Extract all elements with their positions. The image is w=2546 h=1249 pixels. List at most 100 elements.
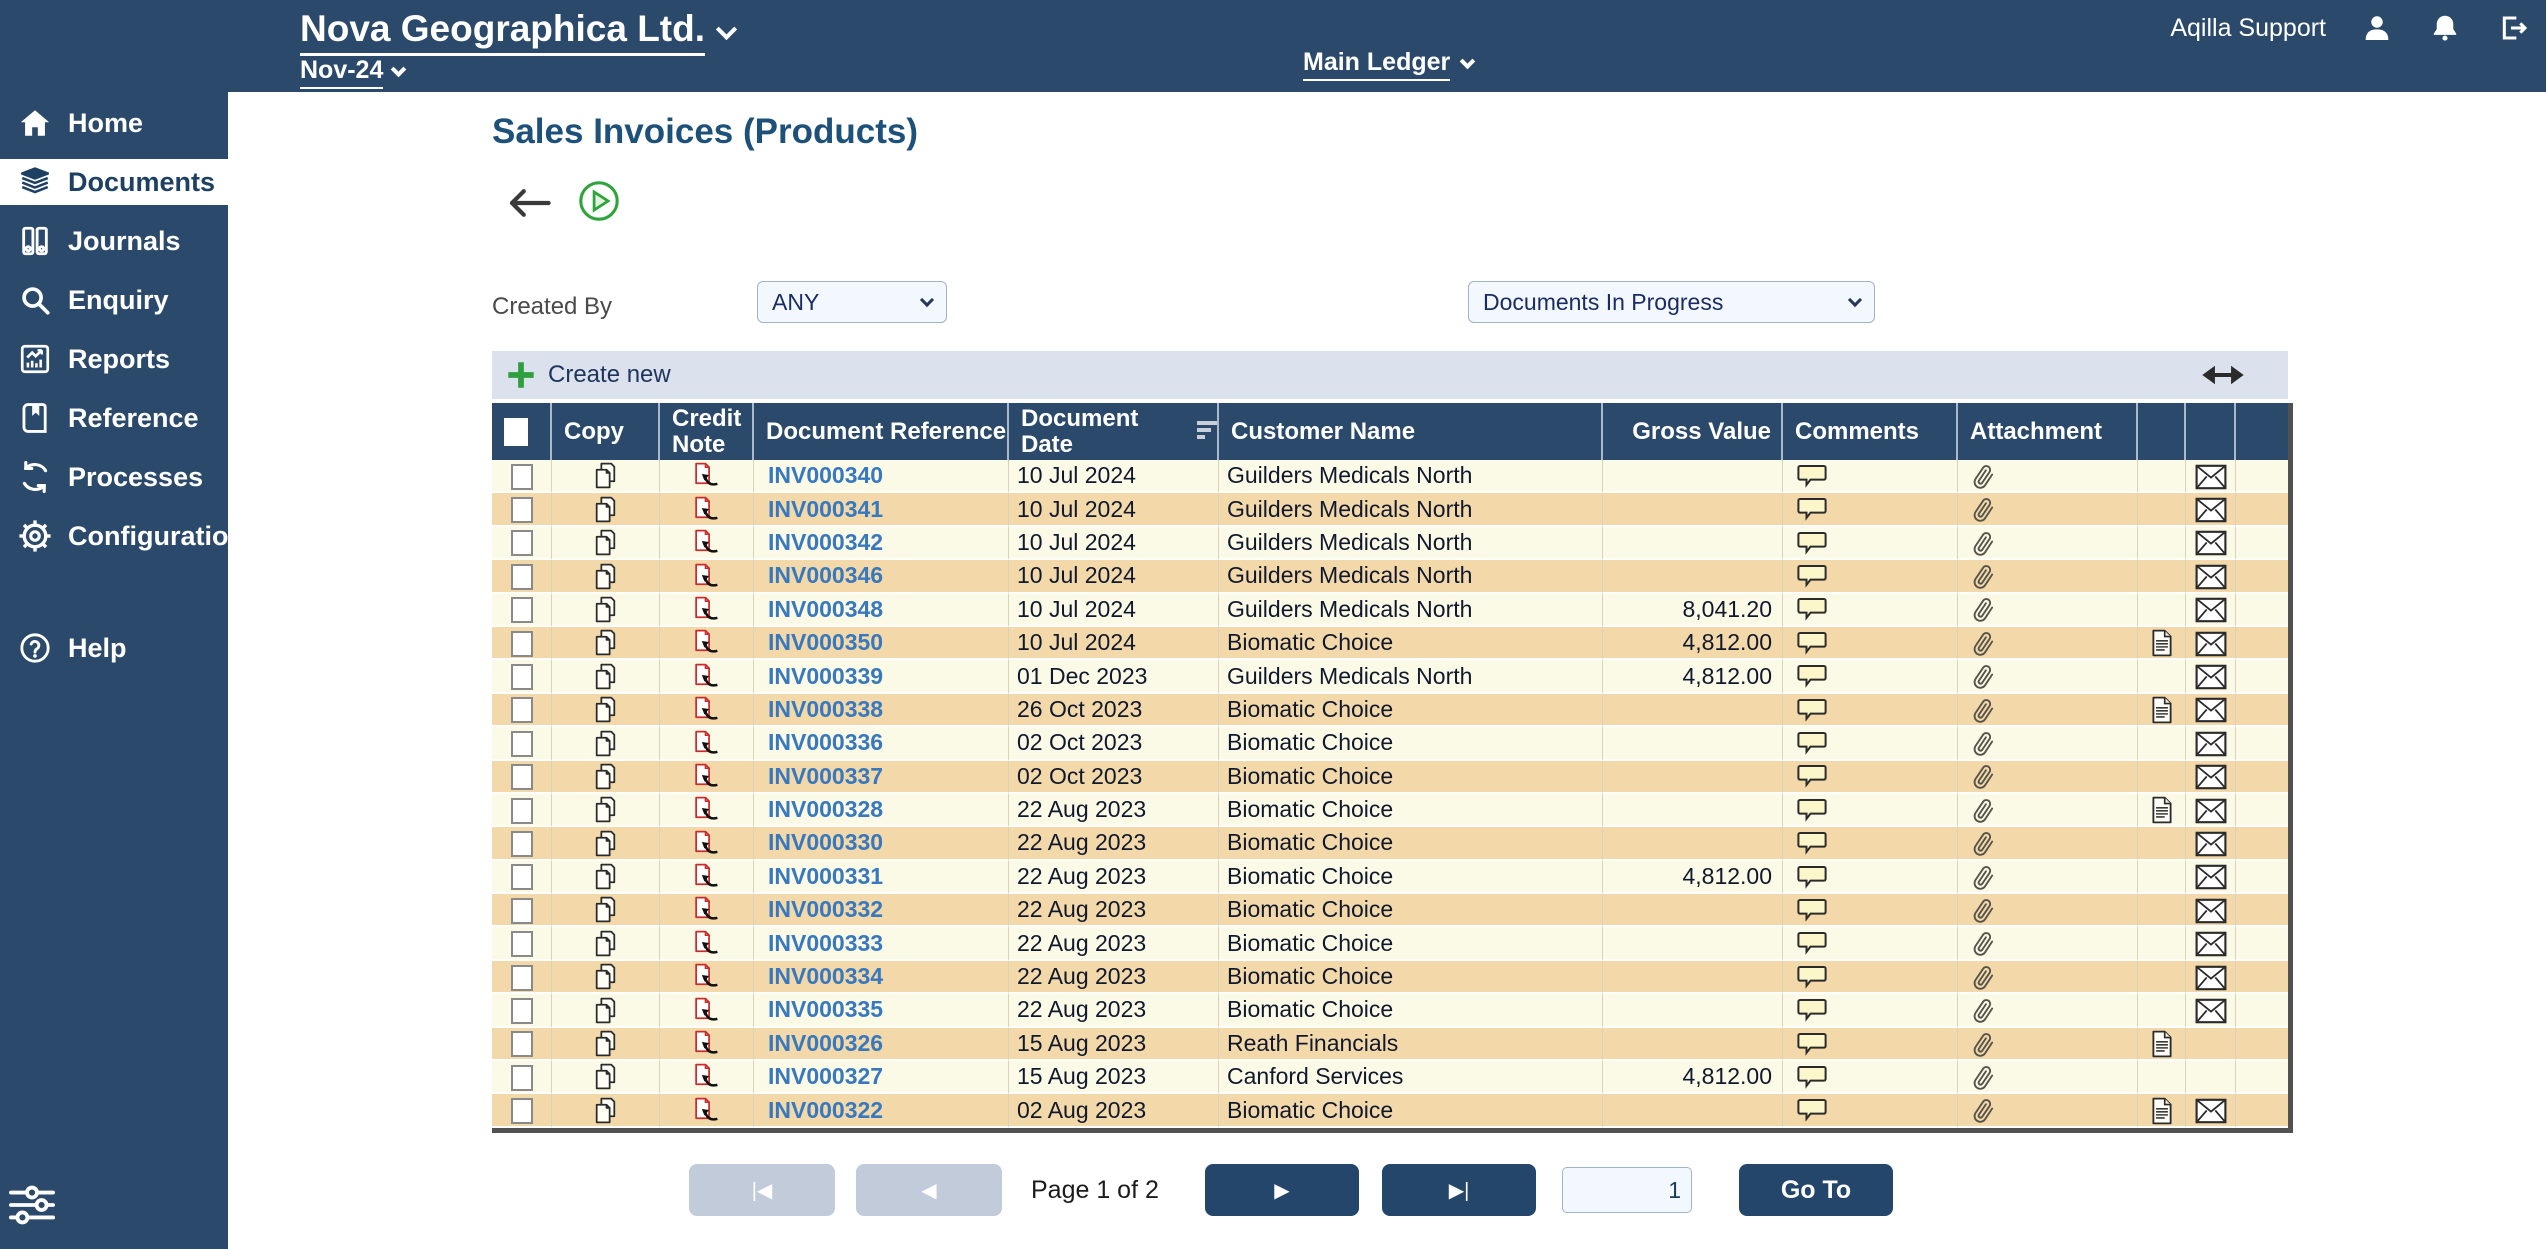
paperclip-icon[interactable]: [1972, 1064, 1997, 1091]
document-reference-link[interactable]: INV000341: [768, 496, 883, 522]
envelope-icon[interactable]: [2195, 631, 2227, 657]
paperclip-icon[interactable]: [1972, 463, 1997, 490]
sidebar-item-enquiry[interactable]: Enquiry: [0, 277, 228, 323]
envelope-icon[interactable]: [2195, 697, 2227, 723]
paperclip-icon[interactable]: [1972, 730, 1997, 757]
envelope-icon[interactable]: [2195, 564, 2227, 590]
select-all-checkbox[interactable]: [504, 418, 528, 446]
page-number-input[interactable]: [1562, 1167, 1692, 1213]
document-status-select[interactable]: Documents In Progress: [1468, 281, 1875, 323]
sidebar-item-reference[interactable]: Reference: [0, 395, 228, 441]
credit-note-icon[interactable]: [692, 595, 721, 624]
col-comments-header[interactable]: Comments: [1783, 403, 1958, 460]
paperclip-icon[interactable]: [1972, 596, 1997, 623]
row-checkbox[interactable]: [511, 864, 533, 890]
create-new-button[interactable]: Create new: [506, 360, 671, 390]
document-reference-link[interactable]: INV000338: [768, 696, 883, 722]
envelope-icon[interactable]: [2195, 798, 2227, 824]
document-reference-link[interactable]: INV000331: [768, 863, 883, 889]
credit-note-icon[interactable]: [692, 762, 721, 791]
comment-icon[interactable]: [1797, 663, 1827, 690]
next-page-button[interactable]: ▶: [1205, 1164, 1359, 1216]
row-checkbox[interactable]: [511, 631, 533, 657]
horizontal-resize-icon[interactable]: [2200, 359, 2246, 391]
comment-icon[interactable]: [1797, 830, 1827, 857]
paperclip-icon[interactable]: [1972, 697, 1997, 724]
credit-note-icon[interactable]: [692, 628, 721, 657]
credit-note-icon[interactable]: [692, 1029, 721, 1058]
copy-icon[interactable]: [592, 562, 619, 591]
envelope-icon[interactable]: [2195, 530, 2227, 556]
credit-note-icon[interactable]: [692, 895, 721, 924]
report-icon[interactable]: [2150, 629, 2174, 657]
row-checkbox[interactable]: [511, 497, 533, 523]
col-document-reference-header[interactable]: Document Reference: [754, 403, 1009, 460]
credit-note-icon[interactable]: [692, 996, 721, 1025]
col-attachment-header[interactable]: Attachment: [1958, 403, 2138, 460]
copy-icon[interactable]: [592, 895, 619, 924]
company-selector[interactable]: Nova Geographica Ltd.: [300, 8, 734, 56]
last-page-button[interactable]: ▶|: [1382, 1164, 1536, 1216]
paperclip-icon[interactable]: [1972, 1031, 1997, 1058]
row-checkbox[interactable]: [511, 464, 533, 490]
comment-icon[interactable]: [1797, 1064, 1827, 1091]
document-reference-link[interactable]: INV000333: [768, 930, 883, 956]
credit-note-icon[interactable]: [692, 829, 721, 858]
document-reference-link[interactable]: INV000328: [768, 796, 883, 822]
document-reference-link[interactable]: INV000322: [768, 1097, 883, 1123]
row-checkbox[interactable]: [511, 898, 533, 924]
copy-icon[interactable]: [592, 929, 619, 958]
copy-icon[interactable]: [592, 595, 619, 624]
sidebar-item-journals[interactable]: Journals: [0, 218, 228, 264]
paperclip-icon[interactable]: [1972, 997, 1997, 1024]
copy-icon[interactable]: [592, 795, 619, 824]
comment-icon[interactable]: [1797, 530, 1827, 557]
comment-icon[interactable]: [1797, 596, 1827, 623]
envelope-icon[interactable]: [2195, 664, 2227, 690]
copy-icon[interactable]: [592, 461, 619, 490]
credit-note-icon[interactable]: [692, 795, 721, 824]
run-icon[interactable]: [578, 180, 620, 222]
col-copy-header[interactable]: Copy: [552, 403, 660, 460]
document-reference-link[interactable]: INV000330: [768, 829, 883, 855]
comment-icon[interactable]: [1797, 763, 1827, 790]
paperclip-icon[interactable]: [1972, 864, 1997, 891]
document-reference-link[interactable]: INV000326: [768, 1030, 883, 1056]
document-reference-link[interactable]: INV000334: [768, 963, 883, 989]
col-document-date-header[interactable]: Document Date: [1009, 403, 1219, 460]
envelope-icon[interactable]: [2195, 864, 2227, 890]
paperclip-icon[interactable]: [1972, 797, 1997, 824]
envelope-icon[interactable]: [2195, 898, 2227, 924]
envelope-icon[interactable]: [2195, 965, 2227, 991]
envelope-icon[interactable]: [2195, 764, 2227, 790]
document-reference-link[interactable]: INV000350: [768, 629, 883, 655]
copy-icon[interactable]: [592, 962, 619, 991]
document-reference-link[interactable]: INV000346: [768, 562, 883, 588]
paperclip-icon[interactable]: [1972, 897, 1997, 924]
document-reference-link[interactable]: INV000335: [768, 996, 883, 1022]
credit-note-icon[interactable]: [692, 1096, 721, 1125]
document-reference-link[interactable]: INV000340: [768, 462, 883, 488]
row-checkbox[interactable]: [511, 530, 533, 556]
document-reference-link[interactable]: INV000337: [768, 763, 883, 789]
copy-icon[interactable]: [592, 862, 619, 891]
row-checkbox[interactable]: [511, 597, 533, 623]
copy-icon[interactable]: [592, 1062, 619, 1091]
document-reference-link[interactable]: INV000348: [768, 596, 883, 622]
ledger-selector[interactable]: Main Ledger: [1303, 48, 1473, 81]
row-checkbox[interactable]: [511, 965, 533, 991]
sidebar-item-documents[interactable]: Documents: [0, 159, 228, 205]
col-credit-note-header[interactable]: Credit Note: [660, 403, 754, 460]
paperclip-icon[interactable]: [1972, 930, 1997, 957]
sliders-icon[interactable]: [6, 1182, 58, 1228]
comment-icon[interactable]: [1797, 630, 1827, 657]
row-checkbox[interactable]: [511, 731, 533, 757]
copy-icon[interactable]: [592, 729, 619, 758]
credit-note-icon[interactable]: [692, 862, 721, 891]
goto-page-button[interactable]: Go To: [1739, 1164, 1893, 1216]
report-icon[interactable]: [2150, 796, 2174, 824]
row-checkbox[interactable]: [511, 831, 533, 857]
sidebar-item-home[interactable]: Home: [0, 100, 228, 146]
copy-icon[interactable]: [592, 996, 619, 1025]
comment-icon[interactable]: [1797, 930, 1827, 957]
